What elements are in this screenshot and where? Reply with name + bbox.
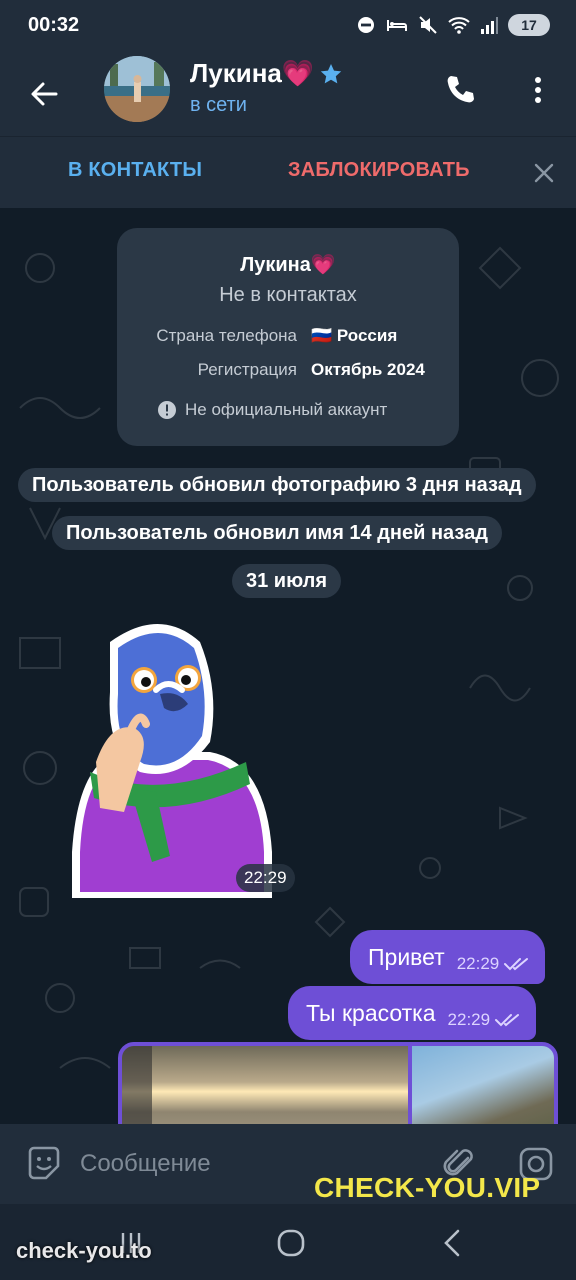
- contact-info-card: Лукина💗 Не в контактах Страна телефона 🇷…: [117, 228, 459, 446]
- status-bar: 00:32 17: [0, 0, 576, 52]
- message-time: 22:29: [447, 1010, 491, 1029]
- double-check-icon: [495, 1014, 520, 1027]
- registration-label: Регистрация: [197, 360, 297, 379]
- unofficial-account-text: Не официальный аккаунт: [185, 400, 388, 419]
- avatar-photo: [104, 56, 170, 122]
- message-meta: 22:29: [448, 1010, 523, 1030]
- pigeon-sticker[interactable]: [60, 612, 276, 902]
- service-message-name-updated: Пользователь обновил имя 14 дней назад: [52, 516, 502, 550]
- more-menu-icon[interactable]: [524, 70, 552, 110]
- phone-country-label: Страна телефона: [156, 326, 297, 345]
- message-time: 22:29: [456, 954, 500, 973]
- premium-star-icon: [321, 63, 342, 83]
- chat-title-text: Лукина💗: [190, 58, 315, 88]
- contact-action-bar: В КОНТАКТЫ ЗАБЛОКИРОВАТЬ: [0, 136, 576, 208]
- emoji-sticker-icon[interactable]: [24, 1144, 64, 1184]
- message-text: Ты красотка: [306, 999, 436, 1026]
- watermark-secondary: check-you.to: [16, 1238, 152, 1263]
- message-meta: 22:29: [457, 954, 532, 974]
- sticker-timestamp: 22:29: [236, 864, 295, 892]
- status-icons: 17: [356, 14, 550, 36]
- info-card-subtitle: Не в контактах: [219, 284, 357, 306]
- media-photo[interactable]: [412, 1046, 554, 1124]
- back-arrow-icon[interactable]: [24, 74, 64, 114]
- chat-status: в сети: [190, 94, 247, 116]
- phone-icon[interactable]: [440, 70, 480, 110]
- battery-indicator: 17: [508, 14, 550, 36]
- signal-icon: [481, 17, 498, 34]
- status-time: 00:32: [28, 14, 80, 36]
- double-check-icon: [504, 958, 529, 971]
- wifi-icon: [448, 17, 470, 34]
- chat-title[interactable]: Лукина💗: [190, 58, 342, 89]
- phone-country-value: 🇷🇺 Россия: [311, 326, 398, 345]
- service-message-photo-updated: Пользователь обновил фотографию 3 дня на…: [18, 468, 536, 502]
- chat-header: Лукина💗 в сети: [0, 52, 576, 136]
- photo-person-silhouette: [122, 1046, 152, 1124]
- mute-icon: [419, 16, 437, 34]
- block-user-button[interactable]: ЗАБЛОКИРОВАТЬ: [288, 159, 470, 182]
- outgoing-message-bubble[interactable]: Ты красотка 22:29: [288, 986, 537, 1040]
- registration-value: Октябрь 2024: [311, 360, 425, 379]
- avatar[interactable]: [104, 56, 170, 122]
- do-not-disturb-icon: [358, 17, 374, 33]
- date-separator: 31 июля: [232, 564, 342, 598]
- message-text: Привет: [368, 943, 445, 970]
- outgoing-media-album[interactable]: [118, 1042, 558, 1124]
- nav-back-icon[interactable]: [438, 1228, 468, 1258]
- info-exclamation-icon: [158, 401, 176, 419]
- add-contact-button[interactable]: В КОНТАКТЫ: [68, 159, 202, 182]
- info-card-name: Лукина💗: [240, 254, 336, 276]
- close-icon[interactable]: [530, 159, 558, 187]
- outgoing-message-bubble[interactable]: Привет 22:29: [350, 930, 546, 984]
- chat-messages-area[interactable]: Лукина💗 Не в контактах Страна телефона 🇷…: [0, 208, 576, 1124]
- home-icon[interactable]: [276, 1228, 306, 1258]
- watermark-primary: CHECK-YOU.VIP: [314, 1172, 541, 1203]
- sleep-mode-icon: [387, 20, 407, 31]
- media-photo[interactable]: [122, 1046, 408, 1124]
- unofficial-account-note: Не официальный аккаунт: [157, 400, 387, 420]
